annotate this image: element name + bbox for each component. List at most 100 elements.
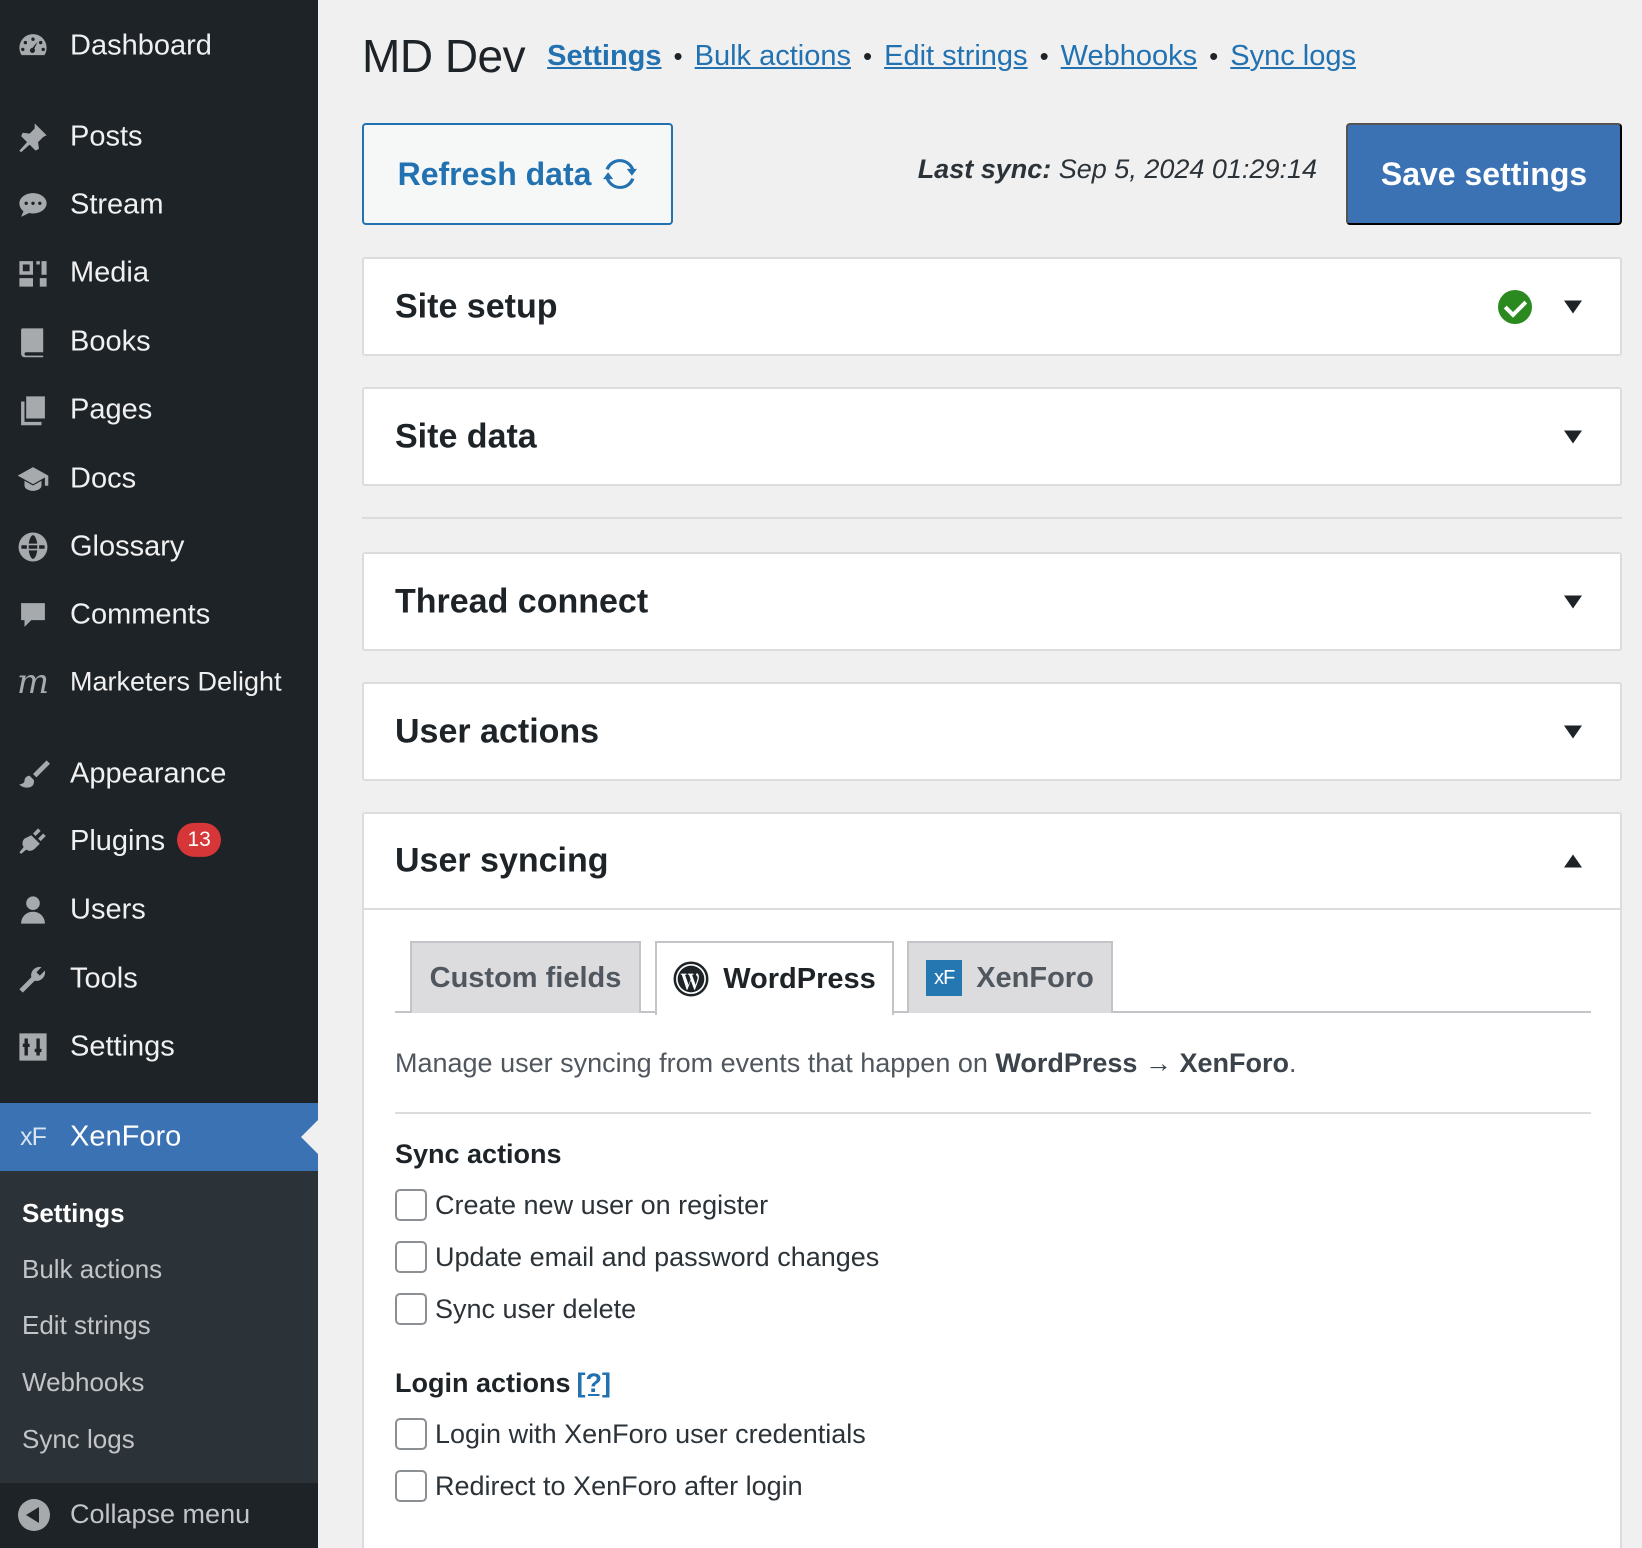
menu-item-posts[interactable]: Posts xyxy=(0,106,318,168)
checkbox[interactable] xyxy=(395,1293,427,1325)
menu-item-books[interactable]: Books xyxy=(0,311,318,373)
checkbox-redirect-after-login[interactable]: Redirect to XenForo after login xyxy=(395,1469,803,1503)
menu-item-plugins[interactable]: Plugins 13 xyxy=(0,811,318,873)
refresh-data-label: Refresh data xyxy=(397,155,592,192)
panel-thread-connect: Thread connect xyxy=(362,552,1622,651)
submenu-item-webhooks[interactable]: Webhooks xyxy=(22,1367,144,1398)
collapse-menu-button[interactable]: Collapse menu xyxy=(0,1483,318,1548)
checkbox[interactable] xyxy=(395,1418,427,1450)
chat-bubble-icon xyxy=(14,186,52,224)
menu-item-comments[interactable]: Comments xyxy=(0,584,318,646)
xenforo-logo-icon: xF xyxy=(926,960,963,996)
media-icon xyxy=(14,254,52,292)
tab-wordpress[interactable]: WordPress xyxy=(655,941,894,1015)
page-title: MD Dev xyxy=(362,30,526,82)
plug-icon xyxy=(14,823,52,861)
menu-label: Marketers Delight xyxy=(70,666,282,697)
menu-item-media[interactable]: Media xyxy=(0,242,318,304)
chevron-down-icon[interactable] xyxy=(1564,725,1582,739)
chevron-up-icon[interactable] xyxy=(1564,854,1582,868)
menu-label-with-badge: Plugins 13 xyxy=(70,823,222,859)
menu-label: Media xyxy=(70,256,149,289)
tab-custom-fields[interactable]: Custom fields xyxy=(410,941,641,1013)
intro-source: WordPress xyxy=(995,1048,1138,1078)
submenu-item-settings[interactable]: Settings xyxy=(22,1198,125,1229)
menu-item-pages[interactable]: Pages xyxy=(0,379,318,441)
checkbox-label: Update email and password changes xyxy=(435,1241,880,1272)
last-sync-status: Last sync: Sep 5, 2024 01:29:14 xyxy=(918,154,1317,185)
refresh-data-button[interactable]: Refresh data xyxy=(362,123,673,225)
content-divider xyxy=(395,1112,1591,1114)
menu-item-users[interactable]: Users xyxy=(0,879,318,941)
marketers-delight-logo-icon: m xyxy=(16,662,50,702)
nav-link-sync-logs[interactable]: Sync logs xyxy=(1230,40,1356,73)
checkbox-create-new-user[interactable]: Create new user on register xyxy=(395,1188,768,1222)
wrench-icon xyxy=(14,960,52,998)
xenforo-logo-mark: xF xyxy=(926,960,963,996)
menu-label: Appearance xyxy=(70,757,227,790)
panel-header-thread-connect[interactable]: Thread connect xyxy=(364,554,1620,650)
graduation-cap-icon xyxy=(14,460,52,498)
checkbox-login-with-xenforo[interactable]: Login with XenForo user credentials xyxy=(395,1417,866,1451)
chevron-down-icon[interactable] xyxy=(1564,300,1582,314)
submenu-item-edit-strings[interactable]: Edit strings xyxy=(22,1310,151,1341)
checkbox-label: Login with XenForo user credentials xyxy=(435,1418,866,1449)
menu-label: Comments xyxy=(70,598,211,631)
checkbox-sync-user-delete[interactable]: Sync user delete xyxy=(395,1292,636,1326)
menu-item-xenforo[interactable]: xF XenForo xyxy=(0,1103,318,1171)
page-header: MD Dev Settings • Bulk actions • Edit st… xyxy=(362,28,1356,84)
menu-item-tools[interactable]: Tools xyxy=(0,948,318,1010)
tab-description: Manage user syncing from events that hap… xyxy=(395,1048,1297,1079)
nav-link-bulk-actions[interactable]: Bulk actions xyxy=(695,40,851,73)
menu-item-appearance[interactable]: Appearance xyxy=(0,743,318,805)
submenu-item-sync-logs[interactable]: Sync logs xyxy=(22,1424,135,1455)
panel-title: User actions xyxy=(395,712,600,751)
panel-user-syncing: User syncing Custom fields WordPress xF … xyxy=(362,812,1622,1548)
panel-site-data: Site data xyxy=(362,387,1622,486)
intro-arrow: → xyxy=(1144,1048,1172,1078)
tab-label: Custom fields xyxy=(429,961,622,994)
chevron-down-icon[interactable] xyxy=(1564,595,1582,609)
menu-item-stream[interactable]: Stream xyxy=(0,174,318,236)
panel-user-actions: User actions xyxy=(362,682,1622,781)
chevron-down-icon[interactable] xyxy=(1564,430,1582,444)
menu-label: Stream xyxy=(70,188,164,221)
tab-label: XenForo xyxy=(976,961,1094,994)
collapse-arrow-icon xyxy=(18,1499,50,1531)
panel-header-user-syncing[interactable]: User syncing xyxy=(364,814,1620,910)
menu-item-docs[interactable]: Docs xyxy=(0,448,318,510)
last-sync-label: Last sync: xyxy=(917,154,1052,184)
menu-item-marketers-delight[interactable]: m Marketers Delight xyxy=(0,651,318,713)
nav-separator: • xyxy=(1209,40,1219,71)
menu-label: Settings xyxy=(70,1030,175,1063)
help-link[interactable]: [?] xyxy=(577,1368,611,1398)
panel-header-site-data[interactable]: Site data xyxy=(364,389,1620,485)
menu-item-dashboard[interactable]: Dashboard xyxy=(0,15,318,77)
menu-label: Users xyxy=(70,893,146,926)
nav-link-webhooks[interactable]: Webhooks xyxy=(1061,40,1198,73)
menu-label: XenForo xyxy=(70,1120,182,1153)
intro-prefix: Manage user syncing from events that hap… xyxy=(395,1048,988,1078)
menu-label: Posts xyxy=(70,120,143,153)
panel-title: Thread connect xyxy=(395,582,649,621)
menu-item-settings[interactable]: Settings xyxy=(0,1016,318,1078)
panel-header-site-setup[interactable]: Site setup xyxy=(364,259,1620,355)
section-divider xyxy=(362,517,1622,519)
book-icon xyxy=(14,323,52,361)
nav-separator: • xyxy=(1039,40,1049,71)
menu-item-glossary[interactable]: Glossary xyxy=(0,516,318,578)
save-settings-button[interactable]: Save settings xyxy=(1346,123,1622,225)
nav-link-settings[interactable]: Settings xyxy=(547,40,661,73)
panel-header-user-actions[interactable]: User actions xyxy=(364,684,1620,780)
checkbox[interactable] xyxy=(395,1189,427,1221)
login-actions-label: Login actions xyxy=(395,1368,571,1398)
checkbox[interactable] xyxy=(395,1241,427,1273)
checkbox-update-email-password[interactable]: Update email and password changes xyxy=(395,1240,879,1274)
submenu-item-bulk-actions[interactable]: Bulk actions xyxy=(22,1254,162,1285)
tab-xenforo[interactable]: xF XenForo xyxy=(907,941,1113,1013)
nav-link-edit-strings[interactable]: Edit strings xyxy=(884,40,1027,73)
panel-title: User syncing xyxy=(395,841,609,880)
checkbox[interactable] xyxy=(395,1470,427,1502)
panel-site-setup: Site setup xyxy=(362,257,1622,356)
refresh-icon xyxy=(603,159,638,189)
